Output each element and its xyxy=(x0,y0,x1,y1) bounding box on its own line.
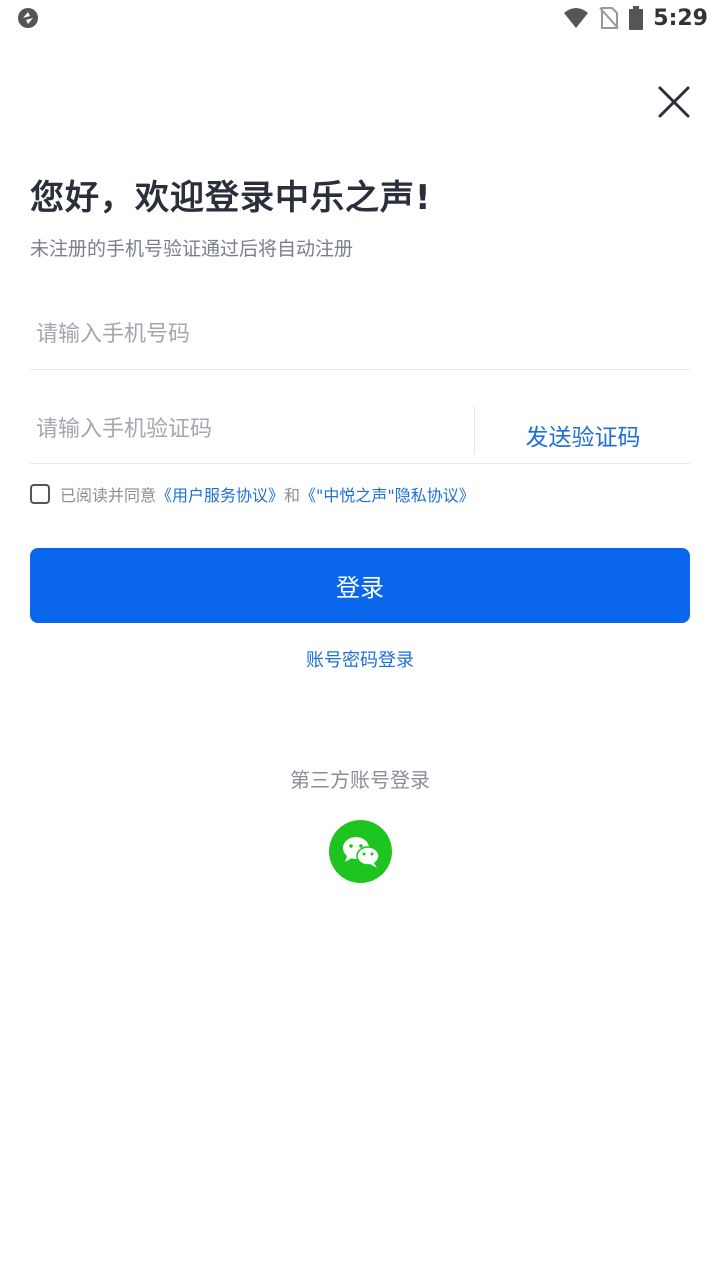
code-field: 发送验证码 xyxy=(30,396,690,464)
battery-icon xyxy=(629,6,644,30)
close-button[interactable] xyxy=(652,80,696,124)
code-divider xyxy=(474,406,475,454)
user-agreement-link[interactable]: 《用户服务协议》 xyxy=(156,482,284,506)
password-login-link[interactable]: 账号密码登录 xyxy=(0,646,720,672)
third-party-title: 第三方账号登录 xyxy=(290,768,430,792)
page-title: 您好，欢迎登录中乐之声! xyxy=(30,178,432,218)
status-time: 5:29 xyxy=(653,5,708,31)
wechat-login-button[interactable] xyxy=(329,820,392,883)
close-icon xyxy=(658,86,690,118)
phone-field xyxy=(30,300,690,370)
login-button[interactable]: 登录 xyxy=(30,548,690,623)
agreement-and: 和 xyxy=(284,486,301,505)
page-subtitle: 未注册的手机号验证通过后将自动注册 xyxy=(30,238,354,260)
no-sim-icon xyxy=(599,7,620,29)
status-bar: 5:29 xyxy=(0,0,720,36)
send-code-button[interactable]: 发送验证码 xyxy=(476,396,690,474)
status-icons: 5:29 xyxy=(563,4,708,32)
agreement-row: 已阅读并同意 《用户服务协议》 和 《"中悦之声"隐私协议》 xyxy=(30,480,475,508)
code-input[interactable] xyxy=(36,396,456,463)
agreement-checkbox[interactable] xyxy=(30,484,50,504)
privacy-policy-link[interactable]: 《"中悦之声"隐私协议》 xyxy=(300,482,475,506)
app-sync-icon xyxy=(18,8,38,28)
wifi-icon xyxy=(564,8,589,28)
agreement-prefix: 已阅读并同意 xyxy=(60,486,157,505)
login-page: 5:29 您好，欢迎登录中乐之声! 未注册的手机号验证通过后将自动注册 发送验证… xyxy=(0,0,720,1280)
phone-input[interactable] xyxy=(36,300,456,369)
wechat-icon xyxy=(342,836,380,868)
